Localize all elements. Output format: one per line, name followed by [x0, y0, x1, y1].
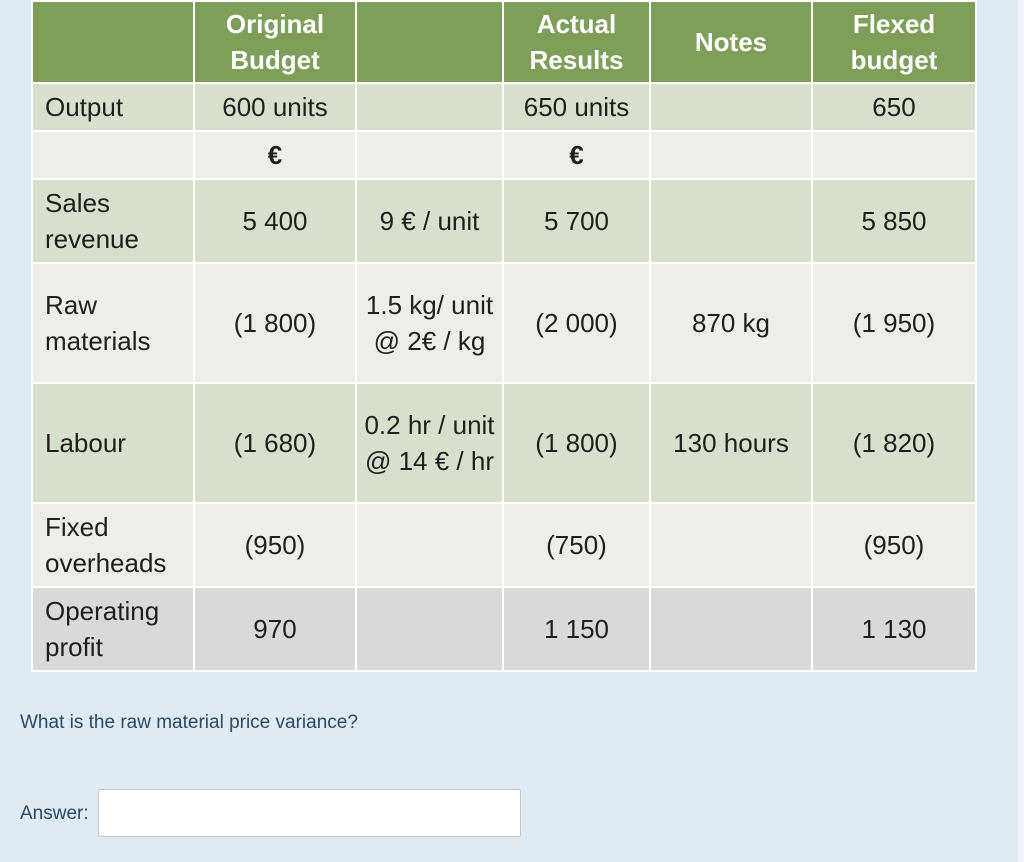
table-row: Fixed overheads (950) (750) (950) — [31, 502, 977, 588]
notes-cell: 870 kg — [649, 262, 813, 384]
flexed-budget-cell: (950) — [811, 502, 977, 588]
row-label: Labour — [31, 382, 195, 504]
actual-results-cell: 1 150 — [502, 586, 651, 672]
actual-results-cell: 650 units — [502, 82, 651, 132]
rate-cell: 0.2 hr / unit @ 14 € / hr — [355, 382, 504, 504]
flexed-budget-cell: (1 950) — [811, 262, 977, 384]
original-budget-cell: € — [193, 130, 357, 180]
table-row: Raw materials (1 800) 1.5 kg/ unit @ 2€ … — [31, 262, 977, 384]
header-cell-label — [31, 0, 195, 84]
actual-results-cell: (2 000) — [502, 262, 651, 384]
answer-label: Answer: — [20, 803, 89, 824]
actual-results-cell: 5 700 — [502, 178, 651, 264]
row-label — [31, 130, 195, 180]
original-budget-cell: (1 800) — [193, 262, 357, 384]
table-row-total: Operating profit 970 1 150 1 130 — [31, 586, 977, 672]
table-row: Sales revenue 5 400 9 € / unit 5 700 5 8… — [31, 178, 977, 264]
answer-input[interactable] — [98, 789, 521, 837]
rate-cell: 1.5 kg/ unit @ 2€ / kg — [355, 262, 504, 384]
flexed-budget-cell: 1 130 — [811, 586, 977, 672]
original-budget-cell: (950) — [193, 502, 357, 588]
flexed-budget-cell: (1 820) — [811, 382, 977, 504]
row-label: Sales revenue — [31, 178, 195, 264]
rate-cell — [355, 586, 504, 672]
original-budget-cell: 970 — [193, 586, 357, 672]
table-row: Output 600 units 650 units 650 — [31, 82, 977, 132]
row-label: Fixed overheads — [31, 502, 195, 588]
table-header-row: Original Budget Actual Results Notes Fle… — [31, 0, 977, 84]
actual-results-cell: (1 800) — [502, 382, 651, 504]
notes-cell — [649, 178, 813, 264]
original-budget-cell: (1 680) — [193, 382, 357, 504]
row-label: Operating profit — [31, 586, 195, 672]
header-cell-rate — [355, 0, 504, 84]
question-text: What is the raw material price variance? — [20, 712, 358, 733]
notes-cell — [649, 130, 813, 180]
table-row: € € — [31, 130, 977, 180]
rate-cell: 9 € / unit — [355, 178, 504, 264]
rate-cell — [355, 130, 504, 180]
notes-cell: 130 hours — [649, 382, 813, 504]
header-cell-notes: Notes — [649, 0, 813, 84]
page-scroll-edge — [1018, 0, 1024, 862]
rate-cell — [355, 502, 504, 588]
actual-results-cell: (750) — [502, 502, 651, 588]
header-cell-original-budget: Original Budget — [193, 0, 357, 84]
original-budget-cell: 5 400 — [193, 178, 357, 264]
row-label: Raw materials — [31, 262, 195, 384]
row-label: Output — [31, 82, 195, 132]
question-panel: Original Budget Actual Results Notes Fle… — [0, 0, 1018, 862]
notes-cell — [649, 82, 813, 132]
notes-cell — [649, 502, 813, 588]
rate-cell — [355, 82, 504, 132]
flexed-budget-cell: 5 850 — [811, 178, 977, 264]
notes-cell — [649, 586, 813, 672]
budget-table: Original Budget Actual Results Notes Fle… — [31, 0, 977, 672]
header-cell-flexed-budget: Flexed budget — [811, 0, 977, 84]
original-budget-cell: 600 units — [193, 82, 357, 132]
flexed-budget-cell: 650 — [811, 82, 977, 132]
actual-results-cell: € — [502, 130, 651, 180]
flexed-budget-cell — [811, 130, 977, 180]
table-row: Labour (1 680) 0.2 hr / unit @ 14 € / hr… — [31, 382, 977, 504]
header-cell-actual-results: Actual Results — [502, 0, 651, 84]
